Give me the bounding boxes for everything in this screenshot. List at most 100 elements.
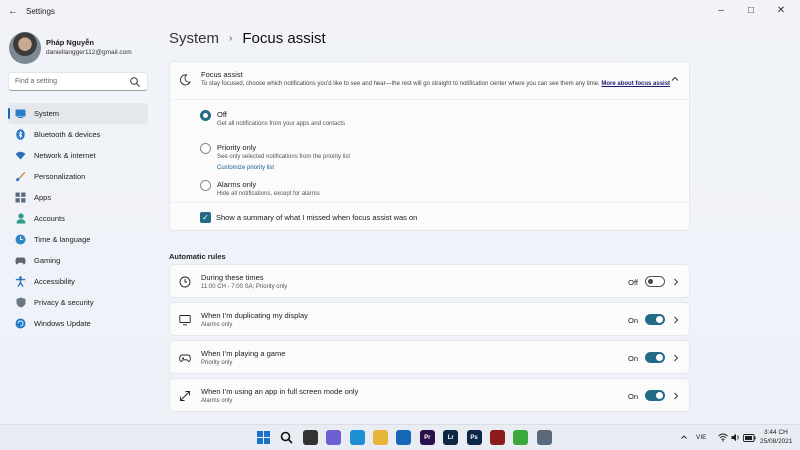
chevron-up-icon[interactable] [670, 74, 680, 84]
rule-sub: Alarms only [201, 322, 233, 328]
chevron-right-icon[interactable] [672, 391, 680, 401]
brush-icon [15, 171, 26, 182]
clock-date[interactable]: 25/08/2021 [760, 438, 793, 445]
taskbar-premiere-icon[interactable]: Pr [419, 430, 435, 445]
chevron-up-icon[interactable] [680, 433, 688, 441]
page-title: Focus assist [242, 30, 326, 47]
moon-icon [180, 74, 191, 86]
sidebar-item-time-language[interactable]: Time & language [8, 229, 148, 250]
user-email: daniellangger112@gmail.com [46, 49, 132, 56]
summary-row: ✓ Show a summary of what I missed when f… [170, 202, 689, 231]
rule-toggle[interactable] [645, 276, 665, 287]
clock-icon [179, 276, 191, 288]
nav-list: System Bluetooth & devices Network & int… [8, 103, 148, 334]
rule-sub: Alarms only [201, 398, 233, 404]
window-title: Settings [26, 7, 55, 16]
rule-during-times[interactable]: During these times 11:00 CH - 7:00 SA; P… [169, 264, 690, 298]
rule-sub: 11:00 CH - 7:00 SA; Priority only [201, 284, 288, 290]
customize-priority-link[interactable]: Customize priority list [217, 165, 274, 171]
sidebar-item-personalization[interactable]: Personalization [8, 166, 148, 187]
main-content: System › Focus assist Focus assist To st… [169, 24, 691, 424]
summary-label: Show a summary of what I missed when foc… [216, 213, 418, 222]
search-placeholder: Find a setting [15, 78, 58, 85]
option-label: Off [217, 110, 227, 119]
sidebar-item-apps[interactable]: Apps [8, 187, 148, 208]
sidebar-item-gaming[interactable]: Gaming [8, 250, 148, 271]
summary-checkbox[interactable]: ✓ [200, 212, 211, 223]
sidebar-item-network[interactable]: Network & internet [8, 145, 148, 166]
taskbar-lightroom-icon[interactable]: Lr [443, 430, 459, 445]
radio-alarms-only[interactable] [200, 180, 211, 191]
taskbar-start-icon[interactable] [256, 430, 271, 445]
wifi-icon[interactable] [718, 433, 728, 442]
rule-title: When I'm using an app in full screen mod… [201, 387, 359, 396]
rule-title: When I'm playing a game [201, 349, 286, 358]
taskbar-mail-icon[interactable] [396, 430, 412, 445]
update-icon [15, 318, 26, 329]
rule-full-screen[interactable]: When I'm using an app in full screen mod… [169, 378, 690, 412]
taskbar-settings-icon[interactable] [536, 430, 552, 445]
sidebar-item-accessibility[interactable]: Accessibility [8, 271, 148, 292]
rule-toggle[interactable] [645, 314, 665, 325]
clock-time[interactable]: 3:44 CH [764, 429, 788, 436]
battery-icon[interactable] [743, 434, 756, 442]
chevron-right-icon[interactable] [672, 277, 680, 287]
wifi-icon [15, 150, 26, 161]
radio-priority-only[interactable] [200, 143, 211, 154]
taskbar: Pr Lr Ps VIE 3:44 CH 25/08/2021 [0, 424, 800, 450]
user-name: Pháp Nguyễn [46, 38, 94, 47]
minimize-button[interactable]: – [708, 2, 734, 20]
breadcrumb-system[interactable]: System [169, 30, 219, 47]
language-indicator[interactable]: VIE [696, 434, 706, 441]
sidebar-item-label: Gaming [34, 256, 61, 265]
sidebar-item-windows-update[interactable]: Windows Update [8, 313, 148, 334]
radio-off[interactable] [200, 110, 211, 121]
rule-toggle[interactable] [645, 352, 665, 363]
title-bar: ← Settings – □ ✕ [0, 0, 800, 24]
rule-title: When I'm duplicating my display [201, 311, 308, 320]
maximize-button[interactable]: □ [738, 2, 764, 20]
back-button[interactable]: ← [6, 5, 20, 19]
fullscreen-icon [180, 391, 190, 401]
chevron-right-icon[interactable] [672, 315, 680, 325]
sidebar-item-label: Time & language [34, 235, 91, 244]
automatic-rules-title: Automatic rules [169, 252, 226, 261]
close-button[interactable]: ✕ [768, 2, 794, 20]
taskbar-chat-icon[interactable] [326, 430, 342, 445]
sidebar-item-label: Apps [34, 193, 52, 202]
gamepad-icon [15, 255, 26, 266]
more-about-link[interactable]: More about focus assist [601, 81, 670, 87]
focus-assist-title: Focus assist [201, 70, 243, 79]
taskbar-photoshop-icon[interactable]: Ps [466, 430, 482, 445]
avatar[interactable] [9, 32, 41, 64]
sidebar: Pháp Nguyễn daniellangger112@gmail.com F… [0, 24, 160, 424]
search-input[interactable]: Find a setting [8, 72, 148, 91]
rule-playing-game[interactable]: When I'm playing a game Priority only On [169, 340, 690, 374]
focus-assist-description: To stay focused, choose which notificati… [201, 80, 671, 88]
sidebar-item-privacy[interactable]: Privacy & security [8, 292, 148, 313]
rule-toggle[interactable] [645, 390, 665, 401]
sidebar-item-label: Bluetooth & devices [34, 130, 101, 139]
sidebar-item-system[interactable]: System [8, 103, 148, 124]
taskbar-green-app-icon[interactable] [513, 430, 529, 445]
shield-icon [15, 297, 26, 308]
sidebar-item-label: Network & internet [34, 151, 96, 160]
sidebar-item-bluetooth[interactable]: Bluetooth & devices [8, 124, 148, 145]
taskbar-search-icon[interactable] [279, 430, 294, 445]
focus-assist-header[interactable]: Focus assist To stay focused, choose whi… [170, 62, 689, 100]
chevron-right-icon[interactable] [672, 353, 680, 363]
sidebar-item-label: Accessibility [34, 277, 75, 286]
option-label: Alarms only [217, 180, 257, 189]
sidebar-item-accounts[interactable]: Accounts [8, 208, 148, 229]
sidebar-item-label: Personalization [34, 172, 86, 181]
rule-state: On [627, 354, 638, 363]
person-icon [15, 213, 26, 224]
speaker-icon[interactable] [731, 433, 741, 442]
rule-state: On [627, 316, 638, 325]
rule-title: During these times [201, 273, 264, 282]
taskbar-edge-icon[interactable] [349, 430, 365, 445]
rule-duplicating-display[interactable]: When I'm duplicating my display Alarms o… [169, 302, 690, 336]
taskbar-file-explorer-icon[interactable] [373, 430, 388, 445]
taskbar-task-view-icon[interactable] [302, 430, 318, 445]
taskbar-red-app-icon[interactable] [490, 430, 505, 445]
